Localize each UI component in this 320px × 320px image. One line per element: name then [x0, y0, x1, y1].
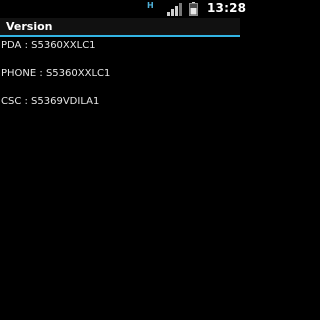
- network-type-icon: H: [147, 1, 154, 10]
- csc-version: CSC : S5369VDILA1: [1, 96, 100, 107]
- status-bar: H 13:28: [0, 0, 246, 18]
- signal-icon: [167, 3, 182, 16]
- phone-version: PHONE : S5360XXLC1: [1, 68, 111, 79]
- battery-icon: [189, 2, 198, 16]
- title-bar: Version: [0, 18, 240, 36]
- clock: 13:28: [207, 1, 247, 15]
- page-title: Version: [6, 20, 53, 33]
- pda-version: PDA : S5360XXLC1: [1, 40, 96, 51]
- title-underline: [0, 35, 240, 37]
